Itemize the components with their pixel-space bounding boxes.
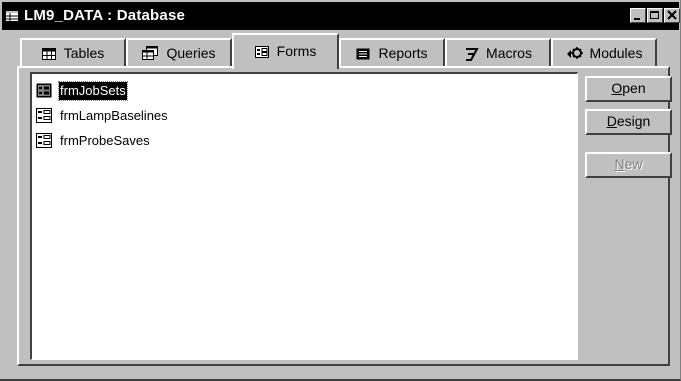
macro-icon (464, 48, 479, 64)
tab-reports[interactable]: Reports (339, 38, 445, 67)
form-icon (36, 108, 52, 124)
form-icon (36, 83, 52, 99)
tab-forms-label: Forms (276, 43, 317, 59)
tab-modules-label: Modules (589, 45, 643, 61)
open-label: pen (622, 80, 646, 96)
form-icon (36, 133, 52, 149)
close-button[interactable] (664, 8, 680, 23)
list-item-label: frmProbeSaves (60, 133, 150, 148)
open-mnemonic: O (611, 80, 623, 96)
design-mnemonic: D (606, 113, 617, 129)
tab-reports-label: Reports (378, 45, 428, 61)
new-label: ew (624, 156, 643, 172)
query-icon (142, 46, 159, 64)
tab-tables-label: Tables (63, 45, 105, 61)
module-icon (566, 46, 583, 64)
window-title: LM9_DATA : Database (24, 7, 186, 24)
forms-list[interactable]: frmJobSets frmLampBaselines frmProbeSave… (30, 72, 578, 360)
open-button[interactable]: Open (585, 76, 672, 102)
table-icon (41, 48, 57, 64)
maximize-icon (650, 11, 659, 19)
title-bar[interactable]: LM9_DATA : Database (2, 2, 680, 30)
database-icon (4, 8, 20, 24)
list-item-label: frmLampBaselines (60, 108, 168, 123)
close-icon (667, 10, 677, 20)
minimize-button[interactable] (630, 8, 646, 23)
minimize-icon (634, 18, 640, 20)
design-label: esign (616, 113, 651, 129)
tab-macros-label: Macros (486, 45, 532, 61)
tab-tables[interactable]: Tables (20, 38, 126, 67)
maximize-button[interactable] (647, 8, 663, 23)
tab-queries[interactable]: Queries (126, 38, 232, 67)
tab-macros[interactable]: Macros (445, 38, 551, 67)
report-icon (356, 48, 371, 64)
new-mnemonic: N (614, 156, 625, 172)
tab-forms[interactable]: Forms (232, 33, 339, 69)
tab-modules[interactable]: Modules (551, 38, 657, 67)
new-button[interactable]: New (585, 152, 672, 178)
design-button[interactable]: Design (585, 109, 672, 135)
list-item-label: frmJobSets (58, 81, 128, 101)
database-window: LM9_DATA : Database Tables Queries Forms… (0, 0, 681, 381)
tab-queries-label: Queries (166, 45, 216, 61)
form-icon (254, 46, 270, 62)
